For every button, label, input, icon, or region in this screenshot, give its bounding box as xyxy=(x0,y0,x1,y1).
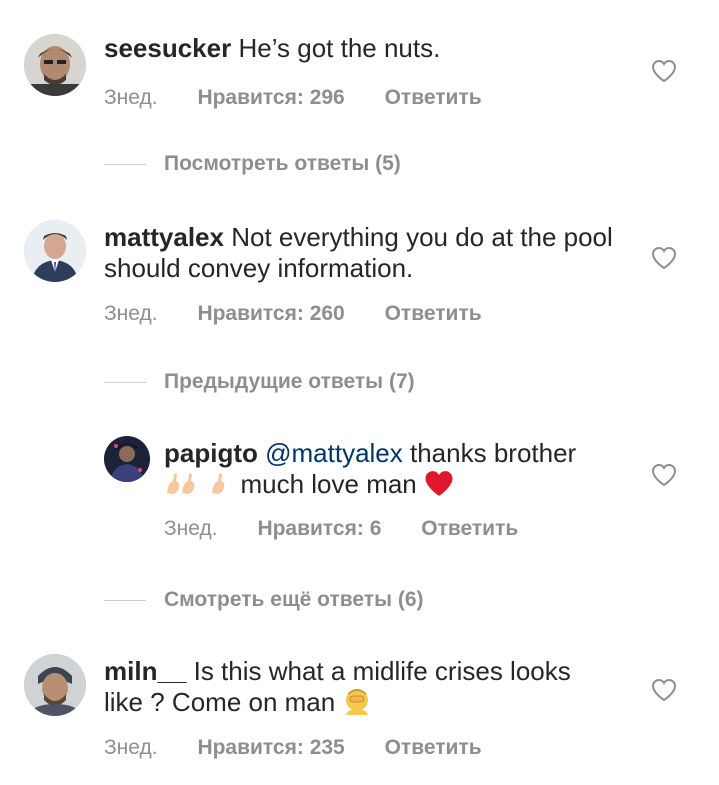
timestamp: Знед. xyxy=(104,736,158,759)
avatar-papigto[interactable] xyxy=(104,436,150,482)
timestamp: Знед. xyxy=(104,302,158,325)
flexed-biceps-emoji xyxy=(164,471,200,504)
more-replies-button[interactable]: Смотреть ещё ответы (6) xyxy=(104,586,424,614)
reply-button[interactable]: Ответить xyxy=(385,86,482,110)
mention-link[interactable]: @mattyalex xyxy=(265,438,403,468)
username[interactable]: seesucker xyxy=(104,33,231,63)
timestamp: Знед. xyxy=(104,86,158,109)
username[interactable]: papigto xyxy=(164,438,258,468)
comment-meta: Знед. Нравится: 260 Ответить xyxy=(104,302,482,326)
username[interactable]: mattyalex xyxy=(104,222,224,252)
comment-text: He’s got the nuts. xyxy=(238,33,441,63)
previous-replies-label: Предыдущие ответы (7) xyxy=(164,370,415,393)
flexed-biceps-emoji xyxy=(209,471,231,504)
reply-button[interactable]: Ответить xyxy=(421,517,518,541)
red-heart-emoji xyxy=(424,470,454,504)
comment-body: miln__ Is this what a midlife crises loo… xyxy=(104,656,614,722)
likes-count[interactable]: Нравится: 235 xyxy=(197,736,344,760)
person-facepalming-emoji xyxy=(342,687,372,722)
reply-button[interactable]: Ответить xyxy=(385,302,482,326)
heart-outline-icon[interactable] xyxy=(651,59,677,83)
avatar-miln[interactable] xyxy=(24,654,86,716)
heart-outline-icon[interactable] xyxy=(651,463,677,487)
comment-body: papigto @mattyalex thanks brother much l… xyxy=(164,438,624,504)
comment-text: thanks brother xyxy=(410,438,577,468)
comment-meta: Знед. Нравится: 235 Ответить xyxy=(104,736,482,760)
view-replies-label: Посмотреть ответы (5) xyxy=(164,152,401,175)
likes-count[interactable]: Нравится: 6 xyxy=(257,517,381,541)
avatar-seesucker[interactable] xyxy=(24,34,86,96)
previous-replies-button[interactable]: Предыдущие ответы (7) xyxy=(104,368,415,396)
thread-line xyxy=(104,163,146,165)
comment-body: seesucker He’s got the nuts. xyxy=(104,33,624,64)
heart-outline-icon[interactable] xyxy=(651,246,677,270)
avatar-mattyalex[interactable] xyxy=(24,220,86,282)
likes-count[interactable]: Нравится: 260 xyxy=(197,302,344,326)
more-replies-label: Смотреть ещё ответы (6) xyxy=(164,588,424,611)
comment-meta: Знед. Нравится: 6 Ответить xyxy=(164,517,518,541)
reply-button[interactable]: Ответить xyxy=(385,736,482,760)
avatar-image xyxy=(104,436,150,482)
thread-line xyxy=(104,599,146,601)
avatar-image xyxy=(24,654,86,716)
comment-miln: miln__ Is this what a midlife crises loo… xyxy=(0,640,719,780)
username[interactable]: miln__ xyxy=(104,656,186,686)
comment-seesucker: seesucker He’s got the nuts. Знед. Нрави… xyxy=(0,0,719,120)
reply-papigto: papigto @mattyalex thanks brother much l… xyxy=(0,420,719,550)
thread-line xyxy=(104,381,146,383)
comment-body: mattyalex Not everything you do at the p… xyxy=(104,222,624,284)
view-replies-button[interactable]: Посмотреть ответы (5) xyxy=(104,150,401,178)
comment-text-2: much love man xyxy=(240,469,417,499)
comment-meta: Знед. Нравится: 296 Ответить xyxy=(104,86,482,110)
timestamp: Знед. xyxy=(164,517,218,540)
avatar-image xyxy=(24,220,86,282)
likes-count[interactable]: Нравится: 296 xyxy=(197,86,344,110)
comment-mattyalex: mattyalex Not everything you do at the p… xyxy=(0,200,719,340)
avatar-image xyxy=(24,34,86,96)
heart-outline-icon[interactable] xyxy=(651,678,677,702)
